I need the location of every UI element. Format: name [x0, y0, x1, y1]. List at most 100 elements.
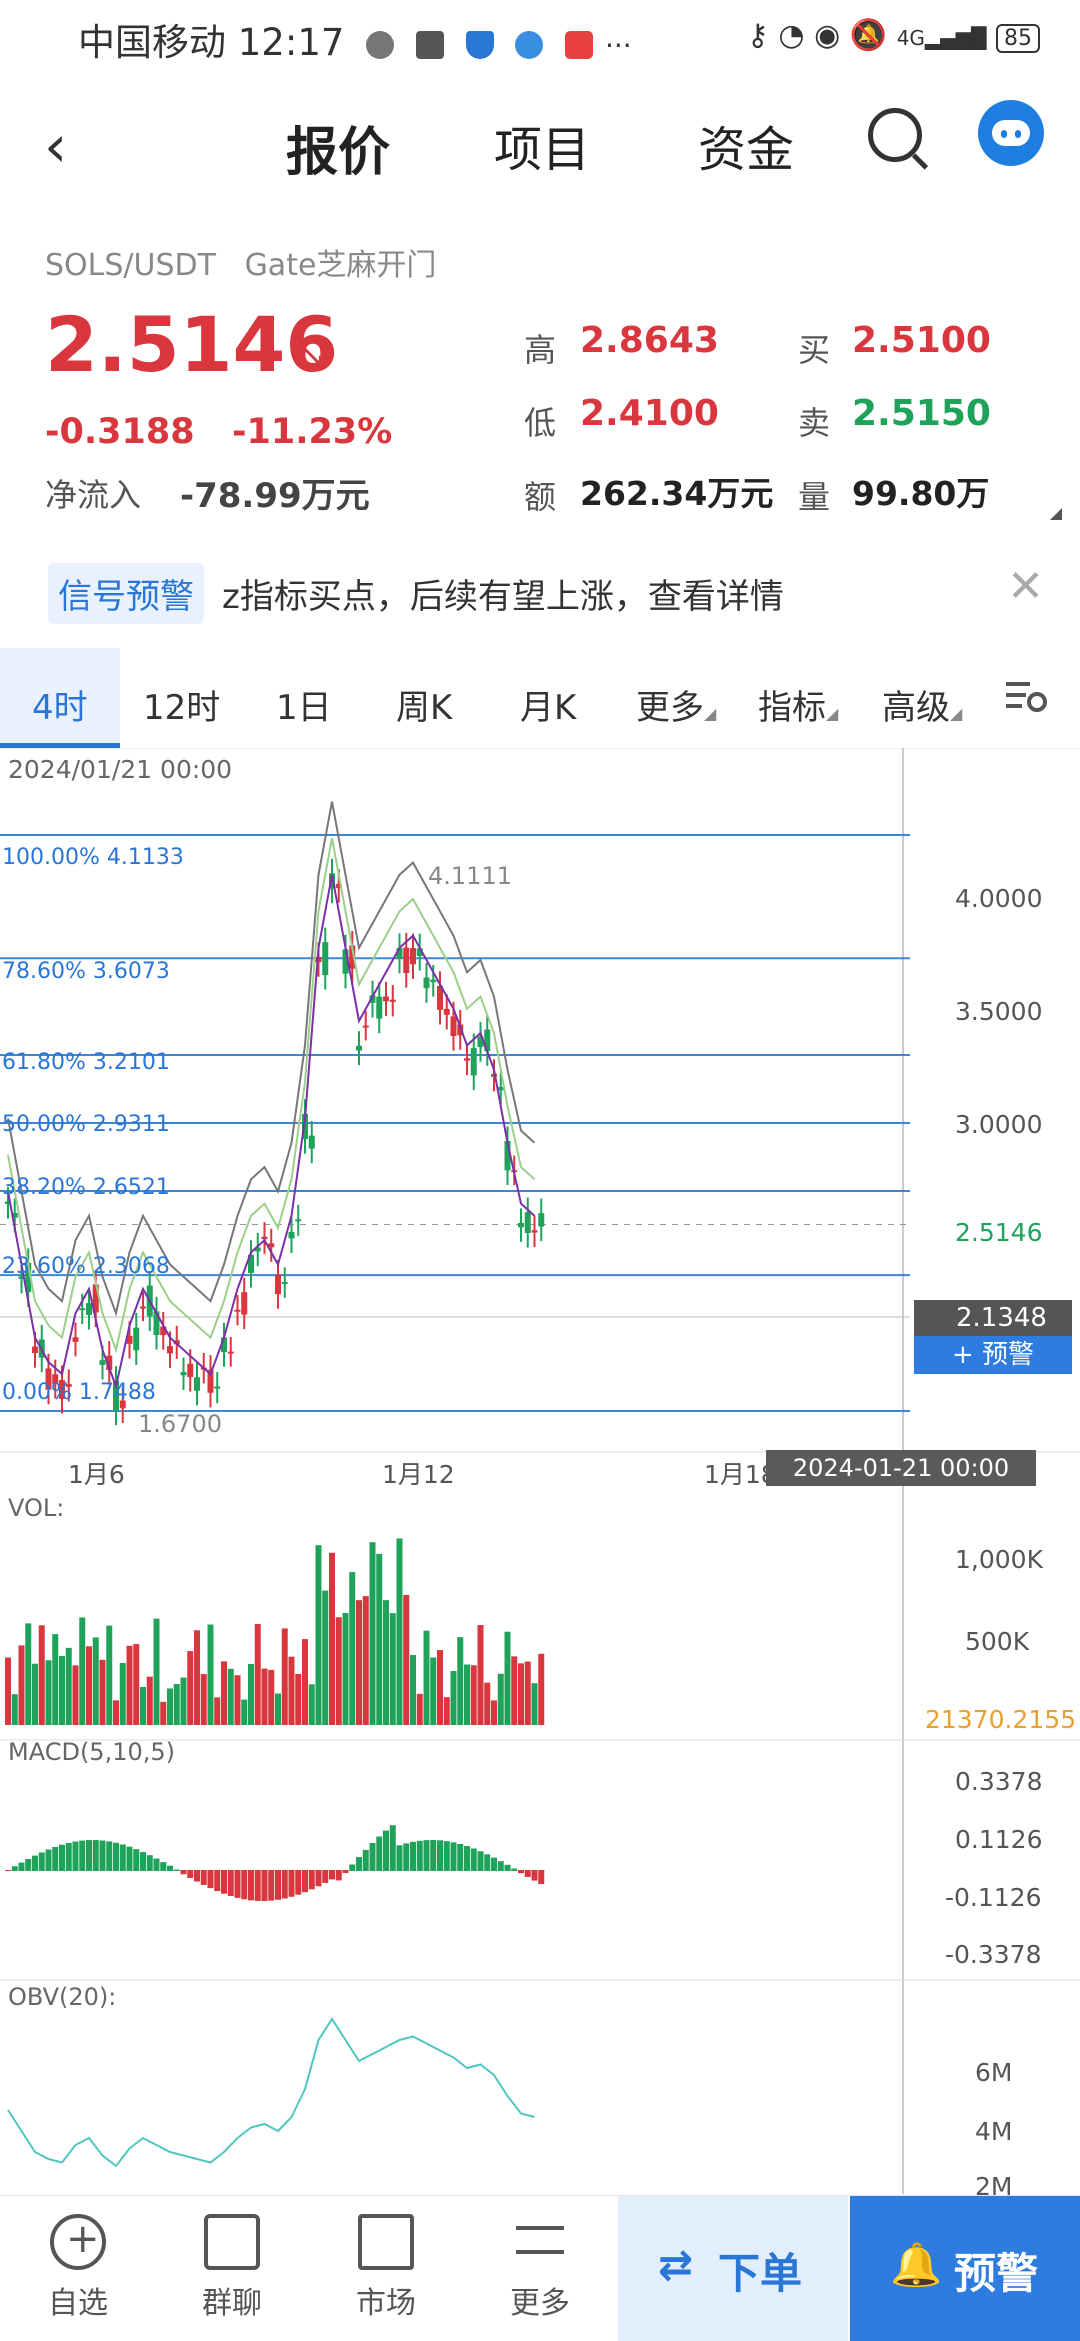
- period-1d[interactable]: 1日: [276, 680, 332, 729]
- signal-text[interactable]: z指标买点，后续有望上涨，查看详情: [222, 569, 784, 618]
- period-month[interactable]: 月K: [520, 680, 576, 729]
- candle-body: [234, 1309, 241, 1312]
- macd-bar: [32, 1855, 38, 1871]
- nav-group-chat[interactable]: 群聊: [172, 2214, 292, 2322]
- candle-body: [531, 1230, 538, 1233]
- period-more[interactable]: 更多◢: [636, 680, 716, 729]
- alert-button[interactable]: 🔔 预警: [850, 2196, 1080, 2341]
- stat-label-amount: 额: [524, 478, 557, 516]
- period-more-label: 更多: [636, 688, 704, 728]
- x-label-jan12: 1月12: [382, 1460, 455, 1489]
- period-week[interactable]: 周K: [396, 680, 452, 729]
- macd-bar: [315, 1870, 322, 1887]
- candle-body: [214, 1386, 221, 1389]
- macd-bar: [423, 1840, 430, 1871]
- macd-bar: [25, 1859, 32, 1871]
- volume-bar: [531, 1683, 538, 1725]
- macd-bar: [146, 1855, 153, 1871]
- current-price-label: 2.5146: [955, 1218, 1043, 1247]
- macd-bar: [79, 1840, 86, 1871]
- macd-bar: [133, 1849, 140, 1871]
- candle-body: [241, 1292, 248, 1315]
- nav-watchlist[interactable]: + 自选: [18, 2214, 138, 2322]
- volume-bar: [241, 1699, 248, 1725]
- volume-bar: [59, 1655, 65, 1725]
- macd-bar: [308, 1870, 315, 1890]
- volume-bar: [5, 1657, 11, 1725]
- macd-bar: [383, 1830, 389, 1871]
- net-inflow-value: -78.99万元: [180, 476, 370, 516]
- shield-icon: [465, 30, 494, 59]
- volume-bar: [99, 1659, 106, 1725]
- volume-bar: [302, 1639, 308, 1725]
- candle-body: [470, 1048, 477, 1076]
- avatar[interactable]: [978, 100, 1044, 166]
- macd-bar: [457, 1843, 464, 1871]
- tab-funds[interactable]: 资金: [698, 110, 794, 180]
- stat-value-high: 2.8643: [580, 320, 719, 361]
- macd-bar: [268, 1870, 275, 1901]
- macd-bar: [72, 1841, 79, 1871]
- period-tabs: 4时 12时 1日 周K 月K 更多◢ 指标◢ 高级◢: [0, 648, 1080, 749]
- fib-label-100: 100.00% 4.1133: [2, 845, 184, 870]
- macd-bar: [261, 1870, 268, 1901]
- period-advanced[interactable]: 高级◢: [882, 680, 962, 729]
- app-badge-icon: [565, 30, 594, 59]
- place-order-button[interactable]: ⇄ 下单: [618, 2196, 848, 2341]
- candle-body: [32, 1346, 38, 1354]
- macd-bar: [227, 1870, 234, 1896]
- volume-bar: [180, 1677, 187, 1725]
- signal-bar[interactable]: 信号预警 z指标买点，后续有望上涨，查看详情 ✕: [0, 555, 1080, 635]
- back-icon[interactable]: ‹: [44, 112, 67, 180]
- volume-bar: [45, 1660, 52, 1725]
- close-icon[interactable]: ✕: [1007, 561, 1044, 612]
- period-12h[interactable]: 12时: [143, 680, 220, 729]
- candle-body: [79, 1308, 86, 1311]
- status-bar: 中国移动 12:17 ··· ⚷ ◔ ◉ 🔕 4G▂▄▆█ 85: [0, 0, 1080, 72]
- eye-icon: ◉: [814, 18, 841, 53]
- macd-bar: [241, 1870, 248, 1900]
- volume-bar: [389, 1613, 396, 1725]
- macd-bar: [376, 1836, 383, 1871]
- key-icon: ⚷: [746, 18, 769, 53]
- nav-market[interactable]: 市场: [326, 2214, 446, 2322]
- chart-settings-icon[interactable]: [1004, 676, 1048, 716]
- expand-corner-icon[interactable]: [1050, 508, 1062, 520]
- macd-bar: [234, 1870, 241, 1898]
- volume-bar: [335, 1617, 342, 1725]
- volume-bar: [491, 1700, 497, 1725]
- swap-icon: ⇄: [658, 2240, 694, 2289]
- period-4h[interactable]: 4时: [32, 680, 88, 729]
- sliders-icon: [512, 2214, 568, 2270]
- volume-bar: [79, 1617, 86, 1725]
- triangle-icon: ◢: [950, 704, 963, 723]
- add-alert-button[interactable]: + 预警: [914, 1336, 1072, 1374]
- search-icon[interactable]: [868, 108, 922, 162]
- monitor-chart-icon: [358, 2214, 414, 2270]
- candle-body: [383, 996, 389, 1002]
- candle-body: [180, 1372, 187, 1376]
- period-indicator[interactable]: 指标◢: [758, 680, 838, 729]
- fib-label-236: 23.60% 2.3068: [2, 1254, 170, 1279]
- volume-bar: [207, 1624, 214, 1725]
- volume-bar: [234, 1675, 241, 1725]
- nav-more[interactable]: 更多: [480, 2214, 600, 2322]
- tab-quote[interactable]: 报价: [286, 110, 390, 185]
- macd-bar: [396, 1845, 403, 1871]
- macd-bar: [5, 1870, 11, 1871]
- vol-axis-500k: 500K: [965, 1627, 1030, 1656]
- fib-label-786: 78.60% 3.6073: [2, 959, 170, 984]
- high-marker: 4.1111: [428, 862, 512, 890]
- macd-bar: [119, 1844, 126, 1871]
- candle-body: [99, 1360, 106, 1365]
- volume-bar: [396, 1538, 403, 1725]
- tab-project[interactable]: 项目: [494, 110, 590, 180]
- vol-title: VOL:: [8, 1494, 65, 1522]
- volume-bar: [383, 1600, 389, 1725]
- volume-bar: [227, 1668, 234, 1725]
- macd-bar: [248, 1870, 254, 1901]
- macd-bar: [430, 1840, 437, 1871]
- volume-bar: [295, 1673, 302, 1725]
- volume-bar: [423, 1630, 430, 1725]
- volume-bar: [470, 1665, 477, 1725]
